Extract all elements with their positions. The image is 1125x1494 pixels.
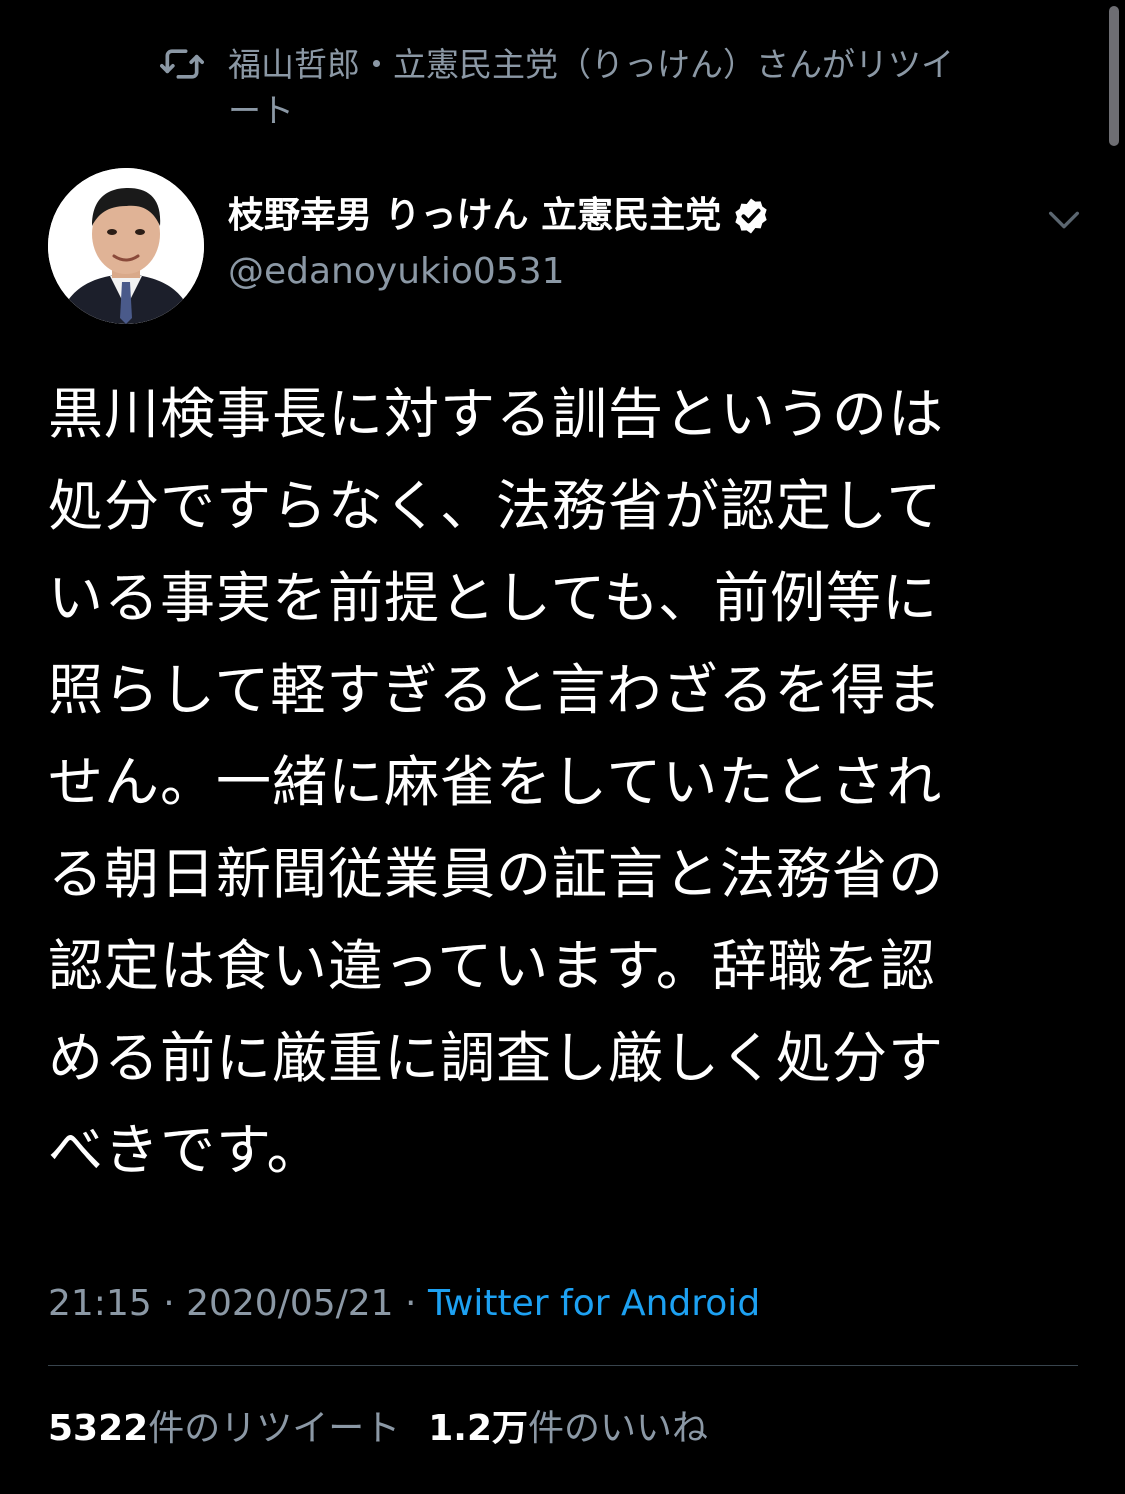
author-name-row: 枝野幸男 りっけん 立憲民主党 xyxy=(228,190,928,242)
retweet-icon xyxy=(160,49,204,79)
tweet-meta: 21:15 · 2020/05/21 · Twitter for Android xyxy=(48,1278,760,1330)
retweet-banner[interactable]: 福山哲郎・立憲民主党（りっけん）さんがリツイート xyxy=(160,40,980,134)
retweets-label: 件のリツイート xyxy=(148,1408,401,1449)
likes-count: 1.2万 xyxy=(428,1408,528,1449)
verified-badge-icon xyxy=(735,198,767,234)
author-handle[interactable]: @edanoyukio0531 xyxy=(228,246,928,298)
tweet-text: 黒川検事長に対する訓告というのは 処分ですらなく、法務省が認定して いる事実を前… xyxy=(48,382,945,1182)
tweet-time: 21:15 xyxy=(48,1283,152,1324)
author-display-name[interactable]: 枝野幸男 りっけん 立憲民主党 xyxy=(228,190,721,242)
tweet-stats: 5322件のリツイート 1.2万件のいいね xyxy=(48,1404,708,1454)
divider xyxy=(48,1365,1078,1366)
retweets-stat[interactable]: 5322件のリツイート xyxy=(48,1408,400,1449)
chevron-down-icon[interactable] xyxy=(1044,200,1084,240)
profile-photo xyxy=(48,168,204,324)
author-block[interactable]: 枝野幸男 りっけん 立憲民主党 @edanoyukio0531 xyxy=(228,190,928,298)
tweet-date: 2020/05/21 xyxy=(186,1283,394,1324)
likes-label: 件のいいね xyxy=(528,1408,709,1449)
likes-stat[interactable]: 1.2万件のいいね xyxy=(428,1408,708,1449)
retweet-banner-text: 福山哲郎・立憲民主党（りっけん）さんがリツイート xyxy=(228,45,954,130)
meta-separator: · xyxy=(393,1283,428,1324)
meta-separator: · xyxy=(151,1283,187,1324)
avatar[interactable] xyxy=(48,168,204,324)
tweet-source-link[interactable]: Twitter for Android xyxy=(428,1283,760,1324)
retweets-count: 5322 xyxy=(48,1408,149,1449)
scrollbar[interactable] xyxy=(1109,6,1119,146)
